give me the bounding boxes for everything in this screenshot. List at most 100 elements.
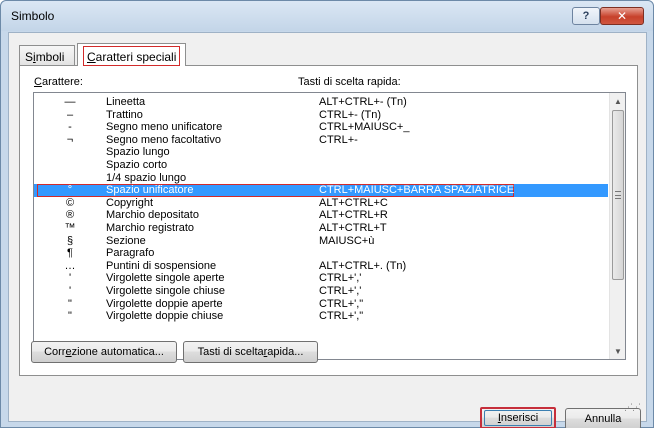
character-header-rest: arattere: (41, 76, 83, 88)
autocorrect-button[interactable]: Corr e zione automatica... (31, 341, 177, 363)
list-item[interactable]: Spazio lungo (34, 146, 608, 159)
list-item-shortcut: CTRL+'," (319, 310, 364, 323)
list-item-character: " (68, 297, 72, 310)
list-item[interactable]: … Puntini di sospensione ALT+CTRL+. (Tn) (34, 260, 608, 273)
tab-simboli-pre: S (25, 50, 34, 64)
tab-panel: Carattere: Tasti di scelta rapida: — Line… (19, 65, 638, 376)
list-item-character: " (68, 310, 72, 323)
help-button[interactable]: ? (572, 7, 600, 25)
list-item-name: Puntini di sospensione (106, 259, 217, 272)
list-item-character: … (64, 259, 76, 272)
list-item[interactable]: " Virgolette doppie aperte CTRL+'," (34, 298, 608, 311)
list-item[interactable]: Spazio corto (34, 159, 608, 172)
dialog-body: Simboli Caratteri speciali Carattere: Ta… (8, 32, 647, 428)
list-item-name: Virgolette singole aperte (106, 272, 225, 285)
shortcut-rest: apida... (267, 346, 304, 358)
insert-button[interactable]: Inserisci (480, 407, 556, 428)
close-button[interactable]: ✕ (600, 7, 644, 25)
list-item-name: Marchio registrato (106, 221, 195, 234)
list-item[interactable]: ' Virgolette singole chiuse CTRL+',' (34, 285, 608, 298)
list-item-name: Trattino (106, 108, 143, 121)
tab-simboli-label: Simboli (25, 48, 64, 64)
list-item[interactable]: – Trattino CTRL+- (Tn) (34, 109, 608, 122)
list-item-shortcut: CTRL+- (319, 133, 358, 146)
list-item-name: Paragrafo (106, 247, 155, 260)
list-item[interactable]: ® Marchio depositato ALT+CTRL+R (34, 209, 608, 222)
insert-button-inner: Inserisci (484, 410, 552, 426)
vertical-scrollbar[interactable]: ▲ ▼ (609, 93, 625, 359)
list-item-character: § (66, 234, 74, 247)
list-rows: — Lineetta ALT+CTRL+- (Tn) – Trattino CTRL+- … (34, 96, 608, 323)
list-item-name: Virgolette singole chiuse (106, 284, 226, 297)
list-item-character: ' (68, 284, 72, 297)
list-item-shortcut: CTRL+MAIUSC+_ (319, 121, 410, 134)
list-item-character: – (66, 108, 74, 121)
list-item[interactable]: ° Spazio unificatore CTRL+MAIUSC+BARRA SPA… (34, 184, 608, 197)
list-item-name: Spazio lungo (106, 146, 170, 159)
list-item-shortcut: MAIUSC+ù (319, 234, 375, 247)
list-item-name: Copyright (106, 196, 154, 209)
symbol-dialog: Simbolo ? ✕ Simboli Caratteri speciali C… (0, 0, 654, 428)
list-item[interactable]: © Copyright ALT+CTRL+C (34, 197, 608, 210)
scroll-thumb[interactable] (612, 110, 624, 280)
window-title: Simbolo (11, 9, 55, 23)
list-item-shortcut: ALT+CTRL+R (319, 209, 388, 222)
special-characters-list[interactable]: — Lineetta ALT+CTRL+- (Tn) – Trattino CTRL+- … (33, 92, 626, 360)
list-item-name: Virgolette doppie chiuse (106, 310, 224, 323)
list-item-shortcut: CTRL+'," (319, 297, 364, 310)
list-item[interactable]: ' Virgolette singole aperte CTRL+',' (34, 272, 608, 285)
shortcut-pre: Tasti di scelta (197, 346, 264, 358)
tab-caratteri-label: Caratteri speciali (83, 46, 181, 66)
list-item-character: ¶ (67, 247, 73, 260)
tab-simboli-rest: mboli (35, 50, 65, 64)
list-item-character: ' (68, 272, 72, 285)
autocorrect-rest: zione automatica... (71, 346, 164, 358)
list-item-name: Sezione (106, 234, 146, 247)
list-item-shortcut: CTRL+',' (319, 284, 362, 297)
scroll-up-icon[interactable]: ▲ (610, 93, 625, 109)
list-item[interactable]: - Segno meno unificatore CTRL+MAIUSC+_ (34, 121, 608, 134)
list-item-character: - (68, 121, 72, 134)
list-item[interactable]: — Lineetta ALT+CTRL+- (Tn) (34, 96, 608, 109)
list-item-character: ¬ (66, 133, 74, 146)
list-item-name: Spazio corto (106, 158, 168, 171)
autocorrect-pre: Corr (44, 346, 66, 358)
list-item-name: Spazio unificatore (106, 184, 194, 197)
tab-caratteri-accel: C (87, 50, 96, 64)
shortcut-header: Tasti di scelta rapida: (298, 76, 401, 88)
shortcut-keys-button[interactable]: Tasti di scelta r apida... (183, 341, 318, 363)
list-item-character: ™ (64, 221, 76, 234)
list-item-character: — (64, 96, 76, 108)
tab-caratteri-speciali[interactable]: Caratteri speciali (77, 43, 187, 66)
list-item-name: Segno meno unificatore (106, 121, 223, 134)
list-item-shortcut: ALT+CTRL+- (Tn) (319, 96, 407, 108)
character-header: Carattere: (34, 76, 83, 88)
list-item-character: © (65, 196, 75, 209)
grip-icon (615, 191, 621, 199)
list-item-shortcut: ALT+CTRL+. (Tn) (319, 259, 407, 272)
list-item[interactable]: ¬ Segno meno facoltativo CTRL+- (34, 134, 608, 147)
list-item-shortcut: CTRL+- (Tn) (319, 108, 382, 121)
tab-simboli[interactable]: Simboli (19, 45, 75, 65)
list-item-name: Virgolette doppie aperte (106, 297, 223, 310)
title-bar[interactable]: Simbolo ? ✕ (1, 1, 653, 31)
list-item[interactable]: " Virgolette doppie chiuse CTRL+'," (34, 310, 608, 323)
list-item-shortcut: CTRL+',' (319, 272, 362, 285)
list-item-name: 1/4 spazio lungo (106, 171, 187, 184)
insert-rest: nserisci (500, 412, 539, 424)
list-item-shortcut: ALT+CTRL+C (319, 196, 388, 209)
list-item-name: Lineetta (106, 96, 146, 108)
list-item-character: ® (65, 209, 75, 222)
list-item[interactable]: 1/4 spazio lungo (34, 172, 608, 185)
list-item[interactable]: § Sezione MAIUSC+ù (34, 235, 608, 248)
character-header-accel: C (34, 76, 42, 88)
list-item[interactable]: ¶ Paragrafo (34, 247, 608, 260)
list-item-shortcut: CTRL+MAIUSC+BARRA SPAZIATRICE (319, 184, 515, 197)
tab-caratteri-rest: aratteri speciali (95, 50, 177, 64)
resize-grip-icon[interactable]: ⋰⋰ (624, 402, 641, 413)
list-item-shortcut: ALT+CTRL+T (319, 221, 387, 234)
list-item-name: Segno meno facoltativo (106, 133, 221, 146)
list-item[interactable]: ™ Marchio registrato ALT+CTRL+T (34, 222, 608, 235)
scroll-down-icon[interactable]: ▼ (610, 343, 625, 359)
list-item-name: Marchio depositato (106, 209, 199, 222)
